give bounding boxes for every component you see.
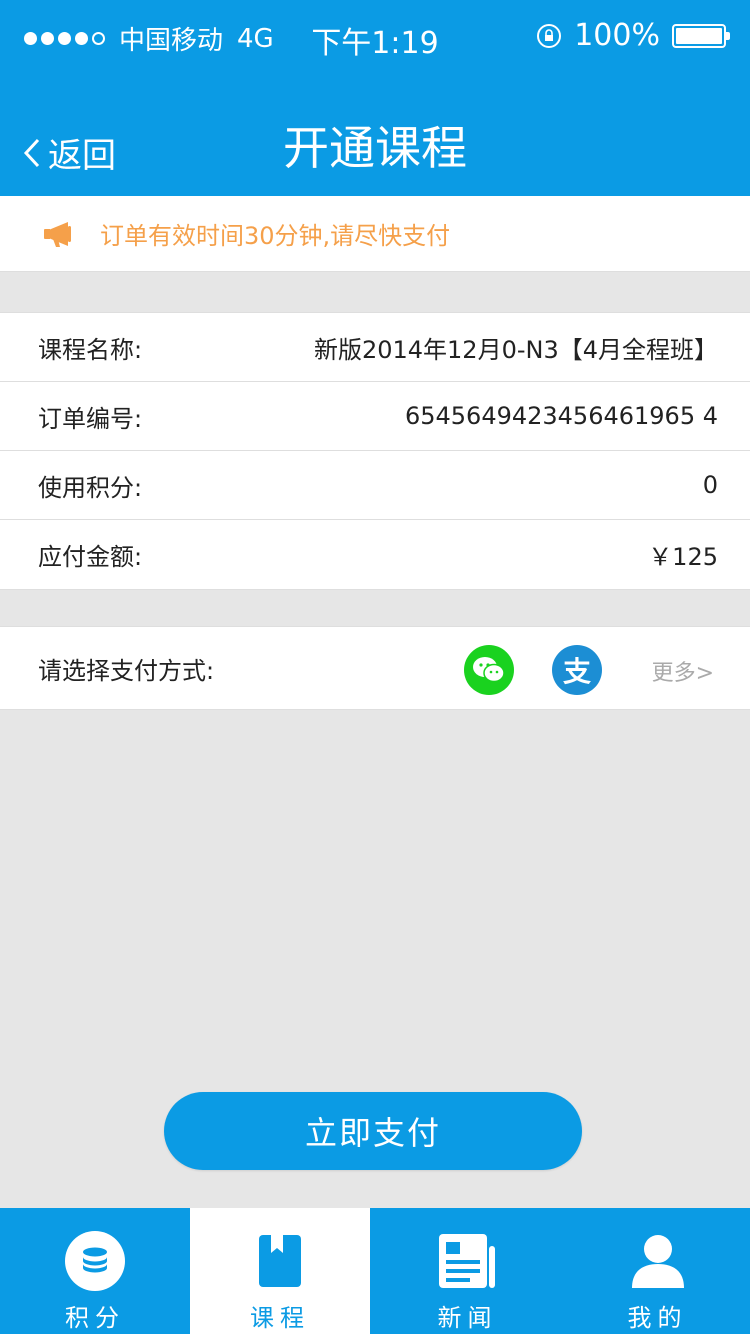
order-number-label: 订单编号: bbox=[38, 404, 143, 433]
points-value: 0 bbox=[702, 471, 718, 499]
book-icon bbox=[247, 1228, 313, 1294]
tab-courses[interactable]: 课程 bbox=[190, 1208, 370, 1334]
pay-now-button[interactable]: 立即支付 bbox=[164, 1092, 582, 1170]
tab-news-label: 新闻 bbox=[437, 1304, 498, 1332]
order-number-value: 6545649423456461965 4 bbox=[404, 402, 718, 430]
course-name-row: 课程名称: 新版2014年12月0-N3【4月全程班】 bbox=[0, 313, 750, 382]
alipay-icon[interactable]: 支 bbox=[552, 645, 602, 695]
points-label: 使用积分: bbox=[38, 473, 143, 502]
battery-icon bbox=[672, 23, 730, 48]
battery-percentage: 100% bbox=[574, 18, 660, 53]
order-number-row: 订单编号: 6545649423456461965 4 bbox=[0, 382, 750, 451]
order-info: 课程名称: 新版2014年12月0-N3【4月全程班】 订单编号: 654564… bbox=[0, 312, 750, 590]
coins-icon bbox=[62, 1228, 128, 1294]
more-payment-link[interactable]: 更多> bbox=[652, 655, 714, 687]
battery-info: 100% bbox=[536, 18, 730, 53]
navigation-bar: 返回 开通课程 bbox=[0, 76, 750, 196]
amount-value: ￥125 bbox=[648, 543, 718, 571]
amount-label: 应付金额: bbox=[38, 543, 143, 571]
payment-method-row: 请选择支付方式: 支 更多> bbox=[0, 626, 750, 710]
alipay-glyph: 支 bbox=[562, 655, 591, 688]
page-title: 开通课程 bbox=[283, 121, 467, 175]
tab-news[interactable]: 新闻 bbox=[370, 1208, 565, 1334]
amount-row: 应付金额: ￥125 bbox=[0, 520, 750, 589]
tab-bar: 积分 课程 新闻 我的 bbox=[0, 1208, 750, 1334]
tab-points-label: 积分 bbox=[65, 1304, 125, 1332]
payment-method-label: 请选择支付方式: bbox=[38, 656, 215, 685]
course-name-value: 新版2014年12月0-N3【4月全程班】 bbox=[313, 335, 718, 364]
rotation-lock-icon bbox=[537, 23, 562, 48]
wechat-pay-icon[interactable] bbox=[464, 645, 514, 695]
tab-profile[interactable]: 我的 bbox=[565, 1208, 750, 1334]
newspaper-icon bbox=[435, 1228, 501, 1294]
points-row: 使用积分: 0 bbox=[0, 451, 750, 520]
tab-profile-label: 我的 bbox=[627, 1304, 688, 1332]
user-icon bbox=[625, 1228, 691, 1294]
megaphone-icon bbox=[44, 221, 71, 247]
status-bar: 中国移动 4G 下午1:19 100% bbox=[0, 0, 750, 76]
course-name-label: 课程名称: bbox=[38, 335, 143, 364]
notice-text: 订单有效时间30分钟,请尽快支付 bbox=[100, 222, 451, 250]
tab-courses-label: 课程 bbox=[250, 1304, 310, 1332]
tab-points[interactable]: 积分 bbox=[0, 1208, 190, 1334]
payment-notice: 订单有效时间30分钟,请尽快支付 bbox=[0, 196, 750, 272]
